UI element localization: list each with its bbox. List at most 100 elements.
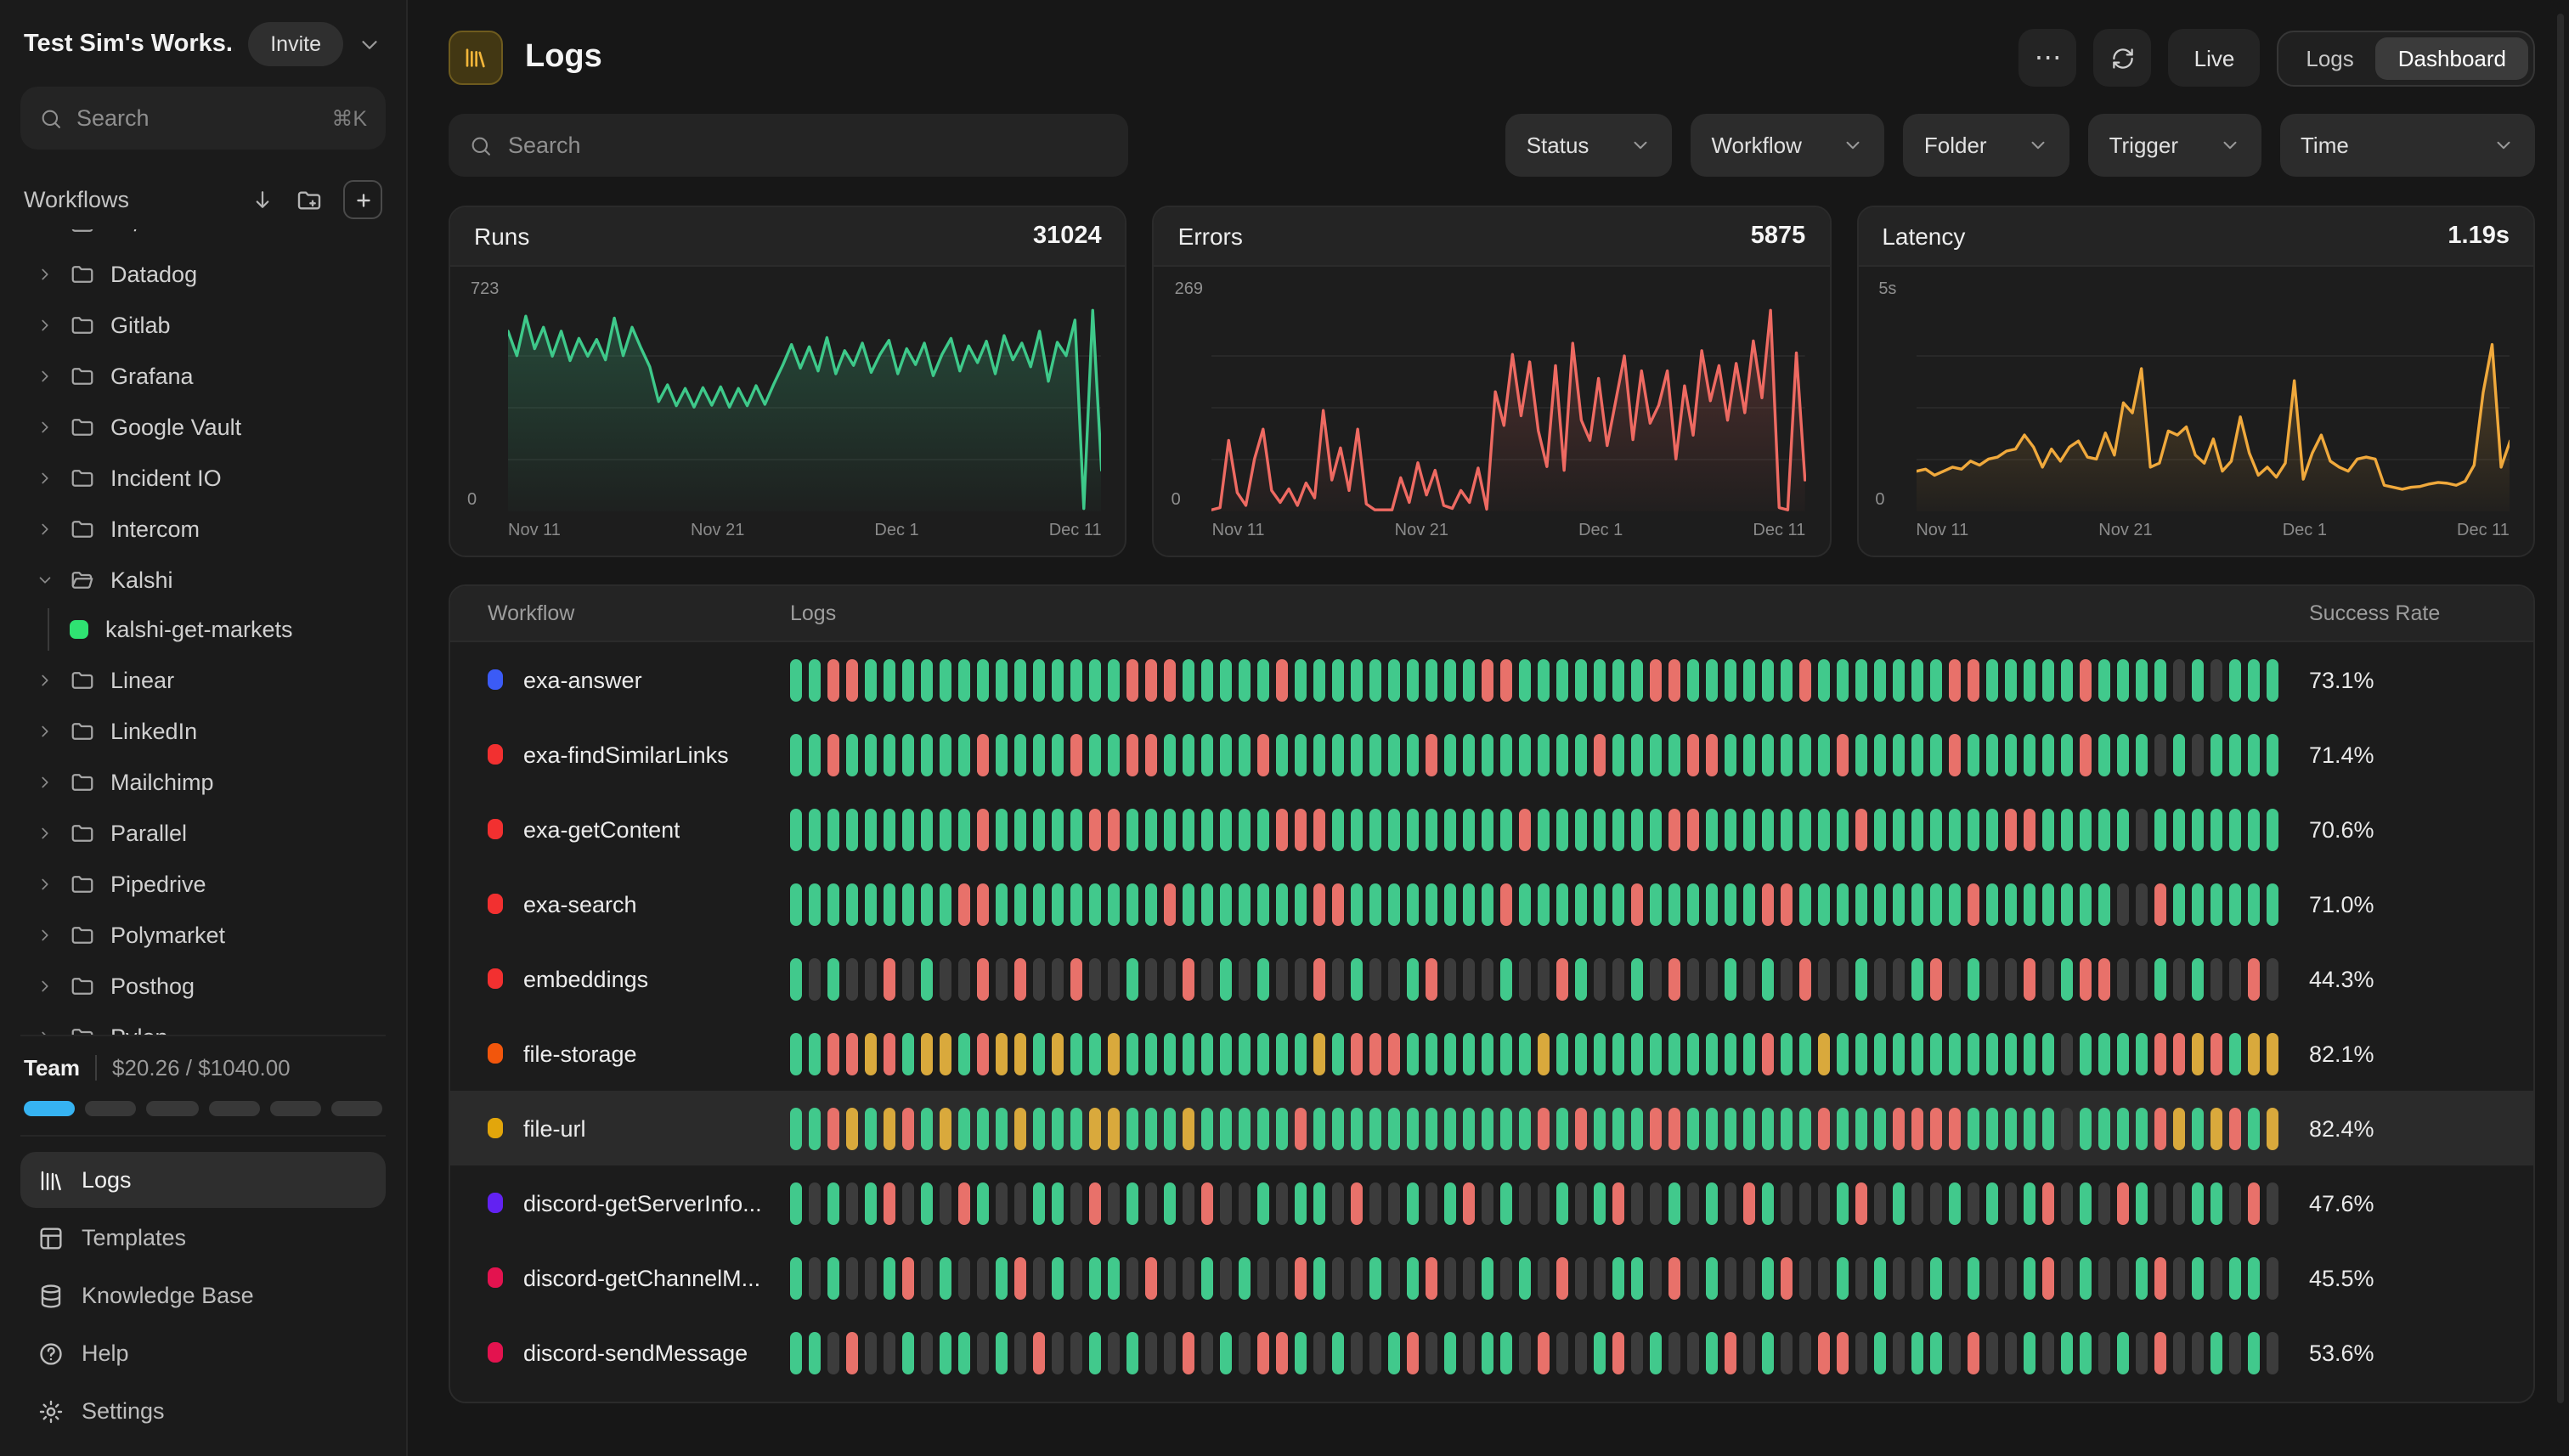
log-pill[interactable] [2136,658,2148,701]
log-pill[interactable] [1556,1182,1568,1224]
log-pill[interactable] [1855,1032,1867,1075]
log-pill[interactable] [846,1331,858,1374]
log-pill[interactable] [2061,658,2073,701]
log-pill[interactable] [902,1107,914,1149]
log-pill[interactable] [1070,733,1082,776]
log-pill[interactable] [1463,733,1475,776]
log-pill[interactable] [1407,883,1419,925]
log-pill[interactable] [2042,1107,2054,1149]
log-pill[interactable] [1538,658,1550,701]
log-pill[interactable] [884,1032,895,1075]
log-pill[interactable] [1201,1032,1213,1075]
log-pill[interactable] [1799,1256,1811,1299]
log-pill[interactable] [1276,1256,1288,1299]
log-pill[interactable] [1126,733,1138,776]
log-pill[interactable] [1743,1256,1755,1299]
sidebar-folder-linkedin[interactable]: LinkedIn [20,705,386,756]
log-pill[interactable] [1687,1182,1699,1224]
log-pill[interactable] [1575,808,1587,850]
log-pill[interactable] [1668,733,1680,776]
sidebar-folder-kalshi[interactable]: Kalshi [20,554,386,605]
log-pill[interactable] [1276,1182,1288,1224]
log-pill[interactable] [1725,883,1736,925]
log-pill[interactable] [1762,883,1774,925]
log-pill[interactable] [1594,1331,1606,1374]
log-pill[interactable] [1426,658,1437,701]
toggle-logs[interactable]: Logs [2284,37,2375,79]
log-pill[interactable] [865,1331,877,1374]
log-pill[interactable] [1594,733,1606,776]
log-pill[interactable] [2061,1256,2073,1299]
log-pill[interactable] [790,658,802,701]
log-pill[interactable] [2024,1331,2035,1374]
toggle-dashboard[interactable]: Dashboard [2376,37,2528,79]
log-pill[interactable] [996,957,1008,1000]
log-pill[interactable] [1874,658,1886,701]
log-pill[interactable] [2024,883,2035,925]
log-pill[interactable] [1369,1256,1381,1299]
log-pill[interactable] [1893,1107,1905,1149]
log-pill[interactable] [1706,733,1718,776]
log-pill[interactable] [1014,1107,1026,1149]
log-pill[interactable] [827,733,839,776]
log-pill[interactable] [1762,808,1774,850]
log-pill[interactable] [1594,883,1606,925]
log-pill[interactable] [1388,1331,1400,1374]
log-pill[interactable] [2248,957,2260,1000]
log-pill[interactable] [2080,957,2092,1000]
log-pill[interactable] [1668,957,1680,1000]
log-pill[interactable] [2192,1182,2204,1224]
log-pill[interactable] [977,1032,989,1075]
log-pill[interactable] [790,808,802,850]
log-pill[interactable] [2267,1331,2278,1374]
log-pill[interactable] [1874,1331,1886,1374]
log-pill[interactable] [1594,1107,1606,1149]
log-pill[interactable] [1183,1032,1194,1075]
log-pill[interactable] [1033,957,1045,1000]
log-pill[interactable] [1239,1331,1251,1374]
log-pill[interactable] [2154,1107,2166,1149]
workflow-row-exa-search[interactable]: exa-search71.0% [450,866,2533,941]
refresh-button[interactable] [2094,29,2152,87]
log-pill[interactable] [1837,658,1849,701]
log-pill[interactable] [1575,733,1587,776]
log-pill[interactable] [1052,883,1064,925]
log-pill[interactable] [1500,1032,1512,1075]
log-pill[interactable] [1781,1182,1793,1224]
log-pill[interactable] [1070,658,1082,701]
log-pill[interactable] [1257,883,1269,925]
log-pill[interactable] [1968,883,1979,925]
log-pill[interactable] [865,957,877,1000]
log-pill[interactable] [921,883,933,925]
log-pill[interactable] [790,733,802,776]
log-pill[interactable] [1201,808,1213,850]
log-pill[interactable] [1108,733,1120,776]
log-pill[interactable] [1070,1107,1082,1149]
log-pill[interactable] [1631,808,1643,850]
log-pill[interactable] [1463,1256,1475,1299]
log-pill[interactable] [2267,1107,2278,1149]
log-pill[interactable] [2080,658,2092,701]
log-pill[interactable] [1855,1107,1867,1149]
log-pill[interactable] [1239,658,1251,701]
log-pill[interactable] [1276,1032,1288,1075]
log-pill[interactable] [1725,658,1736,701]
log-pill[interactable] [1164,1107,1176,1149]
log-pill[interactable] [1930,1032,1942,1075]
log-pill[interactable] [809,733,821,776]
log-pill[interactable] [2267,883,2278,925]
log-pill[interactable] [2210,1331,2222,1374]
log-pill[interactable] [958,1182,970,1224]
log-pill[interactable] [2005,658,2017,701]
log-pill[interactable] [865,733,877,776]
log-pill[interactable] [2267,658,2278,701]
log-pill[interactable] [1874,1256,1886,1299]
log-pill[interactable] [1799,658,1811,701]
workflow-row-exa-getContent[interactable]: exa-getContent70.6% [450,792,2533,866]
log-pill[interactable] [1893,1032,1905,1075]
log-pill[interactable] [2229,1107,2241,1149]
log-pill[interactable] [1351,1107,1363,1149]
log-pill[interactable] [1762,1331,1774,1374]
log-pill[interactable] [846,658,858,701]
log-pill[interactable] [2192,658,2204,701]
